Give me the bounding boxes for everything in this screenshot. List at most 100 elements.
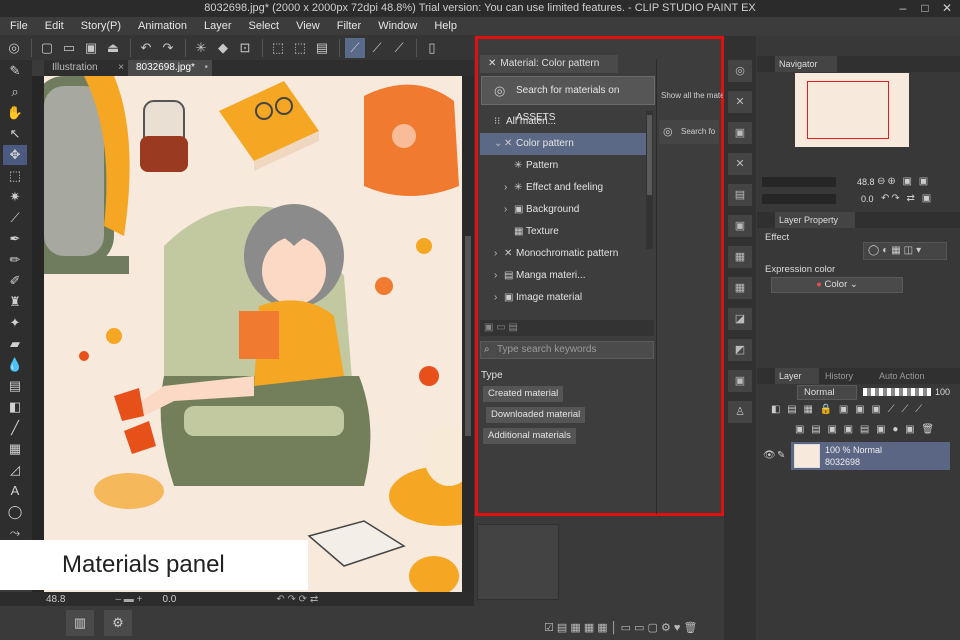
menu-layer[interactable]: Layer	[204, 20, 232, 32]
tree-item[interactable]: › ▣ Image material	[480, 287, 646, 309]
special-ruler-icon[interactable]: ⟋	[367, 38, 387, 58]
smartphone-icon[interactable]: ▯	[422, 38, 442, 58]
eraser-icon[interactable]: ▰	[3, 334, 27, 354]
zoom-icon[interactable]: ⌕	[3, 82, 27, 102]
selection-icon[interactable]: ⬚	[3, 166, 27, 186]
additional-materials-button[interactable]: Additional materials	[483, 428, 576, 444]
edit-icon[interactable]: ▤	[508, 322, 517, 333]
rotate-slider[interactable]	[762, 194, 836, 204]
save-icon[interactable]: ▣	[81, 38, 101, 58]
menu-filter[interactable]: Filter	[337, 20, 361, 32]
canvas-illustration[interactable]	[44, 76, 462, 592]
tag-icon[interactable]: ▭	[496, 322, 505, 333]
tree-scrollbar[interactable]	[646, 111, 653, 249]
tree-item[interactable]: ⌄ ✕ Color pattern	[480, 133, 646, 155]
layer-lock-icons[interactable]: ◧ ▤ ▦ 🔒 ▣ ▣ ▣ ⟋ ⟋ ⟋	[771, 404, 924, 415]
selection-show-icon[interactable]: ▤	[312, 38, 332, 58]
downloaded-material-button[interactable]: Downloaded material	[486, 407, 586, 423]
rotate-buttons-icon[interactable]: ↶↷ ⇄ ▣	[881, 193, 933, 204]
maximize-icon[interactable]: □	[914, 0, 936, 17]
new-file-icon[interactable]: ▢	[37, 38, 57, 58]
navigator-view-frame[interactable]	[807, 81, 889, 139]
chevron-icon[interactable]: ›	[504, 199, 514, 221]
auto-select-icon[interactable]: ✷	[3, 187, 27, 207]
gradient-icon[interactable]: ◧	[3, 397, 27, 417]
brush-material-icon[interactable]: ◩	[728, 339, 752, 361]
deselect-icon[interactable]: ⬚	[268, 38, 288, 58]
chevron-icon[interactable]: ›	[494, 265, 504, 287]
chevron-icon[interactable]: ›	[494, 287, 504, 309]
navigator-preview[interactable]	[795, 73, 909, 147]
effect-icon[interactable]: ▦	[728, 246, 752, 268]
created-material-button[interactable]: Created material	[483, 386, 564, 402]
pen-tool-icon[interactable]: ✎	[3, 61, 27, 81]
layer-command-icons[interactable]: ▣ ▤ ▣ ▣ ▤ ▣ ● ▣ 🗑	[795, 424, 936, 435]
ruler-icon[interactable]: ◿	[3, 460, 27, 480]
close-tab-icon[interactable]: •	[204, 60, 208, 76]
operation-icon[interactable]: ↖	[3, 124, 27, 144]
menu-view[interactable]: View	[296, 20, 320, 32]
scroll-thumb[interactable]	[647, 115, 652, 195]
brush-icon[interactable]: ✐	[3, 271, 27, 291]
visibility-eye-icon[interactable]: 👁	[763, 450, 778, 461]
tab-navigator[interactable]: Navigator	[775, 56, 837, 72]
opacity-slider[interactable]	[863, 388, 931, 396]
tab-history[interactable]: History	[821, 368, 873, 384]
zoom-buttons-icon[interactable]: ⊖⊕ ▣ ▣	[877, 176, 930, 187]
3d-icon[interactable]: ◪	[728, 308, 752, 330]
chevron-icon[interactable]: ⌄	[494, 133, 504, 155]
tab-illustration[interactable]: Illustration ×	[44, 60, 128, 76]
image-material-icon[interactable]: ▣	[728, 122, 752, 144]
tree-item[interactable]: › ✕ Monochromatic pattern	[480, 243, 646, 265]
close-tab-icon[interactable]: ×	[118, 60, 124, 76]
zoom-controls[interactable]: – ▬ +	[115, 594, 142, 605]
color-pattern-icon[interactable]: ✕	[728, 91, 752, 113]
tree-item[interactable]: › ▤ Manga materi...	[480, 265, 646, 287]
layer-item[interactable]: 100 % Normal 8032698	[791, 442, 950, 470]
decoration-icon[interactable]: ✦	[3, 313, 27, 333]
menu-file[interactable]: File	[10, 20, 28, 32]
menu-edit[interactable]: Edit	[45, 20, 64, 32]
layer-pen-icon[interactable]: ✎	[777, 450, 787, 461]
settings-icon[interactable]: ⚙	[104, 610, 132, 636]
chevron-icon[interactable]: ›	[504, 177, 514, 199]
add-folder-icon[interactable]: ▣	[484, 322, 493, 333]
export-icon[interactable]: ⏏	[103, 38, 123, 58]
canvas-vertical-scrollbar[interactable]	[462, 76, 474, 592]
balloon-icon[interactable]: ◯	[3, 502, 27, 522]
close-icon[interactable]: ✕	[936, 0, 958, 17]
move-layer-icon[interactable]: ✥	[3, 145, 27, 165]
menu-help[interactable]: Help	[434, 20, 457, 32]
text-icon[interactable]: A	[3, 481, 27, 501]
menu-window[interactable]: Window	[378, 20, 417, 32]
rotation-controls-icon[interactable]: ↶ ↷ ⟳ ⇄	[276, 594, 318, 605]
monochrome-pattern-icon[interactable]: ✕	[728, 153, 752, 175]
tab-layer-property[interactable]: Layer Property	[775, 212, 855, 228]
eyedropper-icon[interactable]: ⟋	[3, 208, 27, 228]
ruler-snap-icon[interactable]: ⟋	[345, 37, 365, 58]
background-icon[interactable]: ▣	[728, 215, 752, 237]
material-view-options-icon[interactable]: ☑ ▤ ▦ ▦ ▦ │ ▭ ▭ ▢ ⚙ ♥ 🗑	[544, 621, 697, 634]
invert-selection-icon[interactable]: ⬚	[290, 38, 310, 58]
minimize-icon[interactable]: –	[892, 0, 914, 17]
pose-icon[interactable]: ♙	[728, 401, 752, 423]
scroll-thumb[interactable]	[465, 236, 471, 436]
effect-buttons-icon[interactable]: ◯◐▦◫▾	[863, 242, 947, 260]
frame-icon[interactable]: ▦	[3, 439, 27, 459]
tree-item[interactable]: › ✳ Effect and feeling	[480, 177, 646, 199]
search-for-button[interactable]: ◎ Search fo	[659, 120, 719, 144]
tree-item[interactable]: ▦ Texture	[480, 221, 646, 243]
angle-value[interactable]: 0.0	[162, 594, 176, 605]
clear-icon[interactable]: ✳	[191, 38, 211, 58]
zoom-value[interactable]: 48.8	[46, 594, 65, 605]
menu-animation[interactable]: Animation	[138, 20, 187, 32]
tab-auto-action[interactable]: Auto Action	[875, 368, 955, 384]
chevron-icon[interactable]: ›	[494, 243, 504, 265]
fill-icon[interactable]: ◆	[213, 38, 233, 58]
pen-icon[interactable]: ✒	[3, 229, 27, 249]
line-icon[interactable]: ╱	[3, 418, 27, 438]
tree-item[interactable]: ✳ Pattern	[480, 155, 646, 177]
expression-color-select[interactable]: ● Color ⌄	[771, 277, 903, 293]
layer-panel-toggle-icon[interactable]: ▥	[66, 610, 94, 636]
clip-studio-icon[interactable]: ◎	[4, 38, 24, 58]
